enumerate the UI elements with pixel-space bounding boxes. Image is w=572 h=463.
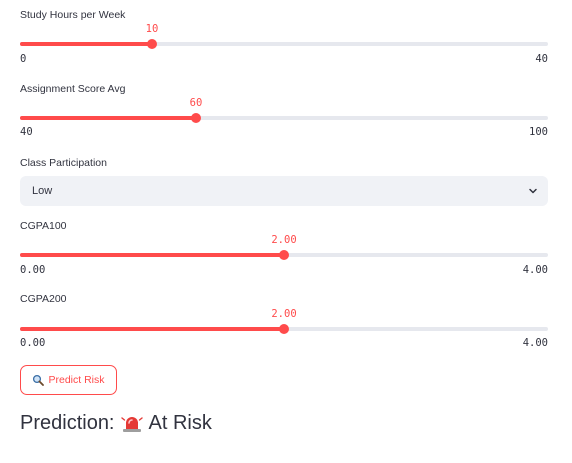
- slider-max: 100: [529, 126, 548, 138]
- predict-risk-label: Predict Risk: [48, 374, 105, 386]
- class-participation-label: Class Participation: [20, 157, 107, 169]
- slider-min: 0: [20, 53, 27, 65]
- prediction-prefix: Prediction:: [20, 412, 115, 434]
- assignment-score-label: Assignment Score Avg: [20, 83, 126, 95]
- slider-thumb[interactable]: [147, 39, 157, 49]
- select-value: Low: [32, 185, 53, 197]
- class-participation-select[interactable]: Low: [20, 176, 548, 206]
- prediction-result: Prediction: At Risk: [20, 412, 212, 435]
- slider-value: 60: [189, 97, 203, 109]
- slider-fill: [20, 327, 284, 331]
- slider-fill: [20, 116, 196, 120]
- cgpa200-range: 0.00 4.00: [20, 337, 548, 351]
- slider-thumb[interactable]: [190, 113, 201, 123]
- slider-max: 4.00: [522, 337, 548, 349]
- predict-risk-button[interactable]: Predict Risk: [20, 365, 117, 395]
- slider-value: 10: [145, 23, 159, 35]
- slider-fill: [20, 42, 152, 46]
- study-hours-label: Study Hours per Week: [20, 9, 126, 21]
- slider-max: 4.00: [522, 264, 548, 276]
- study-hours-range: 0 40: [20, 53, 548, 67]
- slider-value: 2.00: [271, 234, 297, 246]
- prediction-status: At Risk: [148, 412, 212, 434]
- slider-thumb[interactable]: [279, 250, 289, 260]
- slider-value: 2.00: [271, 308, 297, 320]
- slider-max: 40: [535, 53, 548, 65]
- slider-min: 0.00: [20, 264, 46, 276]
- slider-fill: [20, 253, 284, 257]
- cgpa200-label: CGPA200: [20, 293, 67, 305]
- slider-min: 0.00: [20, 337, 46, 349]
- assignment-score-range: 40 100: [20, 126, 548, 140]
- slider-thumb[interactable]: [279, 324, 289, 334]
- chevron-down-icon[interactable]: [528, 176, 538, 206]
- slider-min: 40: [20, 126, 33, 138]
- cgpa100-range: 0.00 4.00: [20, 264, 548, 278]
- cgpa100-label: CGPA100: [20, 220, 67, 232]
- siren-icon: [120, 416, 143, 432]
- magnifier-icon: [33, 374, 45, 386]
